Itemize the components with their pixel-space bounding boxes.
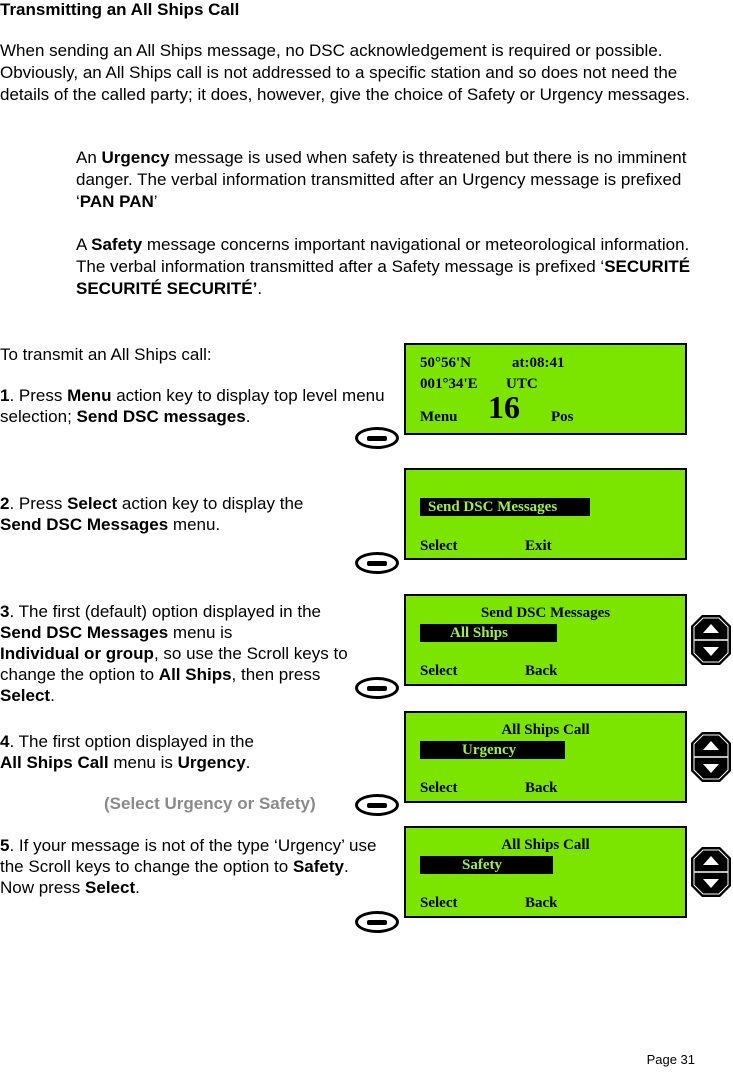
screen-title: Send DSC Messages — [480, 605, 611, 621]
highlighted-menu-item: Send DSC Messages — [420, 498, 590, 516]
softkey-left-label: Select — [420, 538, 458, 554]
highlighted-menu-item: Safety — [420, 856, 553, 874]
softkey-right-label: Back — [525, 780, 558, 796]
softkey-right-label: Back — [525, 663, 558, 679]
lcd-dsc-menu-screen: Send DSC Messages All Ships Select Back — [404, 594, 687, 686]
step-4: 4. The first option displayed in the All… — [0, 732, 254, 772]
latitude: 50°56'N — [420, 355, 471, 371]
step-3: 3. The first (default) option displayed … — [0, 602, 348, 705]
softkey-button[interactable] — [355, 552, 399, 574]
safety-paragraph: A Safety message concerns important navi… — [76, 235, 691, 298]
page-title: Transmitting an All Ships Call — [0, 0, 240, 19]
softkey-left-label: Select — [420, 895, 458, 911]
lcd-call-urgency-screen: All Ships Call Urgency Select Back — [404, 711, 687, 803]
softkey-right-label: Exit — [525, 538, 552, 554]
time: at:08:41 — [512, 355, 565, 371]
screen-title: All Ships Call — [501, 722, 590, 738]
step-1: 1. Press Menu action key to display top … — [0, 386, 385, 426]
longitude: 001°34'E — [420, 376, 478, 392]
softkey-button[interactable] — [355, 677, 399, 699]
lcd-home-screen: 50°56'N at:08:41 001°34'E UTC Menu 16 Po… — [404, 343, 687, 435]
softkey-button[interactable] — [355, 911, 399, 933]
highlighted-menu-item: Urgency — [420, 741, 565, 759]
intro-paragraph: When sending an All Ships message, no DS… — [0, 41, 690, 104]
screen-title: All Ships Call — [501, 837, 590, 853]
softkey-right-label: Pos — [551, 409, 574, 425]
lcd-call-safety-screen: All Ships Call Safety Select Back — [404, 826, 687, 918]
softkey-left-label: Menu — [420, 409, 458, 425]
lcd-top-menu-screen: Send DSC Messages Select Exit — [404, 468, 687, 560]
steps-intro: To transmit an All Ships call: — [0, 345, 212, 364]
step-5: 5. If your message is not of the type ‘U… — [0, 836, 377, 897]
page-number: Page 31 — [646, 1052, 695, 1067]
softkey-button[interactable] — [355, 427, 399, 449]
highlighted-menu-item: All Ships — [420, 624, 557, 642]
softkey-left-label: Select — [420, 780, 458, 796]
step-2: 2. Press Select action key to display th… — [0, 494, 304, 534]
scroll-keys-icon[interactable] — [690, 846, 732, 898]
softkey-right-label: Back — [525, 895, 558, 911]
channel-number: 16 — [488, 389, 520, 425]
softkey-button[interactable] — [355, 794, 399, 816]
urgency-paragraph: An Urgency message is used when safety i… — [76, 148, 687, 211]
softkey-left-label: Select — [420, 663, 458, 679]
scroll-keys-icon[interactable] — [690, 731, 732, 783]
scroll-keys-icon[interactable] — [690, 614, 732, 666]
select-note: (Select Urgency or Safety) — [104, 794, 316, 813]
